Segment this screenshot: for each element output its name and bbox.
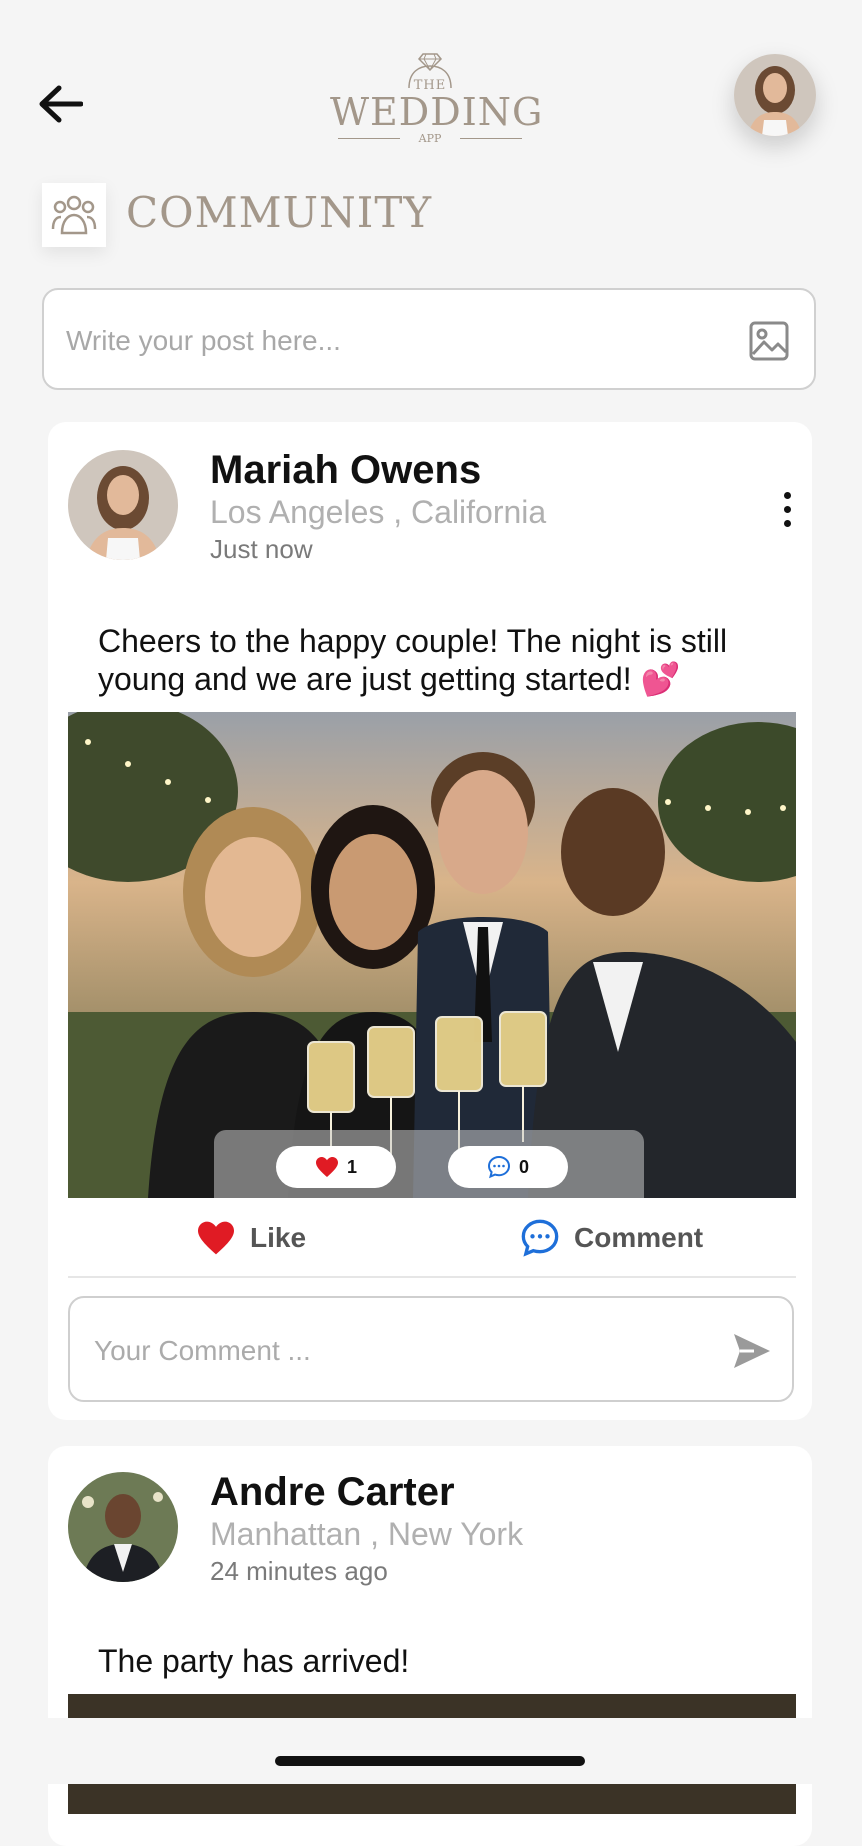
avatar-photo bbox=[734, 54, 816, 136]
wedding-app-logo: THE WEDDING APP bbox=[330, 48, 544, 145]
author-location: Manhattan , New York bbox=[210, 1516, 524, 1552]
comment-bubble-icon bbox=[521, 1219, 559, 1257]
avatar-photo bbox=[68, 1472, 178, 1582]
comment-bubble-icon bbox=[487, 1155, 510, 1179]
author-name[interactable]: Andre Carter bbox=[210, 1470, 455, 1515]
post-card: Andre Carter Manhattan , New York 24 min… bbox=[48, 1446, 812, 1846]
section-title: COMMUNITY bbox=[126, 188, 433, 237]
post-time: Just now bbox=[210, 534, 313, 564]
author-name[interactable]: Mariah Owens bbox=[210, 448, 481, 493]
more-options-button[interactable] bbox=[772, 484, 802, 534]
more-dot bbox=[783, 505, 791, 513]
send-comment-button[interactable] bbox=[728, 1328, 774, 1374]
post-actions: Like Comment bbox=[68, 1200, 796, 1278]
heart-icon bbox=[315, 1157, 338, 1177]
reaction-summary-bar: 1 0 bbox=[214, 1130, 644, 1198]
post-time: 24 minutes ago bbox=[210, 1556, 388, 1586]
more-dot bbox=[783, 519, 791, 527]
image-icon bbox=[749, 321, 789, 361]
home-indicator bbox=[275, 1756, 585, 1766]
heart-icon bbox=[198, 1221, 234, 1255]
like-label: Like bbox=[250, 1222, 307, 1253]
logo-wedding: WEDDING bbox=[330, 90, 544, 134]
comment-label: Comment bbox=[574, 1222, 704, 1253]
comment-count: 0 bbox=[518, 1156, 529, 1177]
post-text: Cheers to the happy couple! The night is… bbox=[98, 623, 728, 697]
add-image-button[interactable] bbox=[748, 320, 790, 362]
send-icon bbox=[734, 1334, 770, 1368]
comment-input[interactable] bbox=[92, 1328, 696, 1374]
user-profile-avatar[interactable] bbox=[734, 54, 816, 136]
post-composer bbox=[42, 288, 816, 390]
post-photo[interactable]: 1 0 bbox=[68, 712, 796, 1198]
community-icon bbox=[51, 195, 97, 235]
community-icon-button[interactable] bbox=[42, 183, 106, 247]
author-avatar[interactable] bbox=[68, 1472, 178, 1582]
more-dot bbox=[783, 491, 791, 499]
logo-line-right bbox=[460, 138, 522, 139]
like-count-pill[interactable]: 1 bbox=[276, 1146, 396, 1188]
post-input[interactable] bbox=[64, 318, 708, 364]
arrow-left-icon bbox=[39, 85, 83, 123]
like-button[interactable]: Like bbox=[196, 1200, 306, 1276]
avatar-photo bbox=[68, 450, 178, 560]
author-location: Los Angeles , California bbox=[210, 494, 547, 530]
post-text: The party has arrived! bbox=[98, 1643, 410, 1679]
comment-count-pill[interactable]: 0 bbox=[448, 1146, 568, 1188]
comment-button[interactable]: Comment bbox=[520, 1200, 703, 1276]
group-toast-photo bbox=[68, 712, 796, 1198]
comment-composer bbox=[68, 1296, 794, 1402]
post-card: Mariah Owens Los Angeles , California Ju… bbox=[48, 422, 812, 1420]
like-count: 1 bbox=[346, 1156, 357, 1177]
author-avatar[interactable] bbox=[68, 450, 178, 560]
back-button[interactable] bbox=[34, 78, 86, 130]
bottom-safe-area bbox=[0, 1718, 862, 1784]
